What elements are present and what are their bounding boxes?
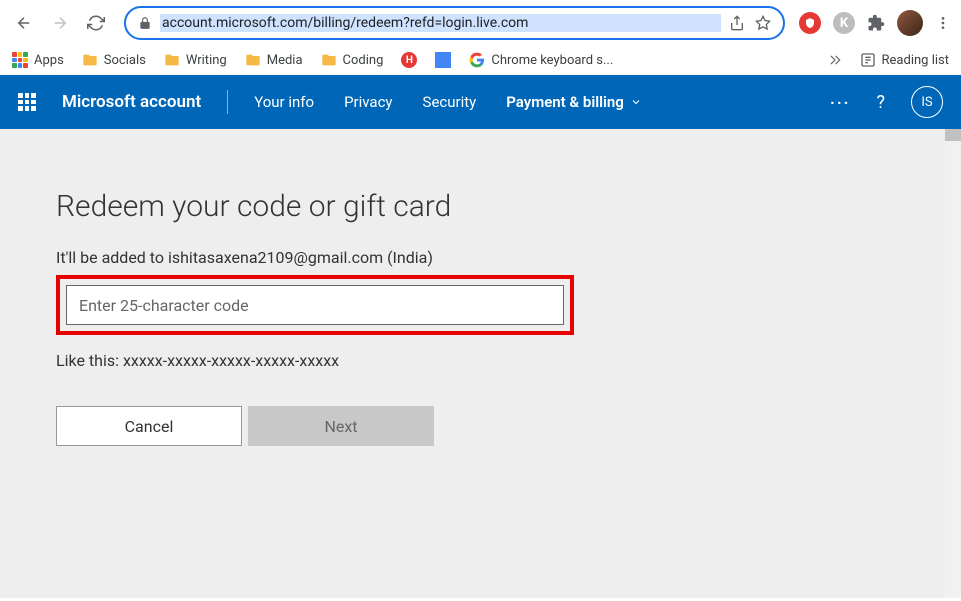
reading-list-label: Reading list [882,53,949,68]
chrome-keyboard-label: Chrome keyboard s... [491,53,613,68]
media-bookmark[interactable]: Media [245,52,303,68]
cancel-button[interactable]: Cancel [56,406,242,446]
bookmarks-bar: Apps Socials Writing Media Coding H Chro… [0,46,961,75]
page-heading: Redeem your code or gift card [56,189,905,224]
header-divider [227,90,228,114]
code-format-hint: Like this: xxxxx-xxxxx-xxxxx-xxxxx-xxxxx [56,351,905,370]
vertical-scrollbar[interactable] [945,129,961,598]
scrollbar-thumb[interactable] [945,129,961,141]
forward-button[interactable] [46,9,74,37]
user-avatar[interactable]: IS [911,86,943,118]
button-row: Cancel Next [56,406,905,446]
reading-list-button[interactable]: Reading list [860,52,949,68]
writing-label: Writing [186,53,227,68]
share-icon[interactable] [729,15,745,31]
content-area: Redeem your code or gift card It'll be a… [0,129,961,598]
nav-your-info[interactable]: Your info [254,93,314,111]
bookmarks-overflow-icon[interactable] [828,53,842,67]
back-button[interactable] [10,9,38,37]
nav-payment-billing-label: Payment & billing [506,93,624,111]
extension-k-icon[interactable]: K [833,12,855,34]
header-more[interactable]: ··· [830,93,850,112]
h-bookmark[interactable]: H [401,52,417,68]
socials-label: Socials [104,53,146,68]
writing-bookmark[interactable]: Writing [164,52,227,68]
h-circle-icon: H [401,52,417,68]
reading-list-icon [860,52,876,68]
lock-icon [138,16,152,30]
header-nav: Your info Privacy Security Payment & bil… [254,93,642,111]
ublock-icon[interactable] [799,12,821,34]
address-bar[interactable]: account.microsoft.com/billing/redeem?ref… [124,6,785,40]
account-subtext: It'll be added to ishitasaxena2109@gmail… [56,248,905,267]
app-launcher-icon[interactable] [18,93,36,111]
reload-button[interactable] [82,9,110,37]
chevron-down-icon [630,96,642,108]
help-icon[interactable]: ? [876,92,885,113]
apps-label: Apps [34,53,64,68]
kebab-menu-icon[interactable] [935,15,951,31]
browser-toolbar: account.microsoft.com/billing/redeem?ref… [0,0,961,46]
site-title: Microsoft account [62,92,201,112]
apps-grid-icon [12,52,28,68]
blue-square-icon [435,52,451,68]
star-icon[interactable] [755,15,771,31]
apps-bookmark[interactable]: Apps [12,52,64,68]
blue-bookmark[interactable] [435,52,451,68]
nav-payment-billing[interactable]: Payment & billing [506,93,642,111]
url-text: account.microsoft.com/billing/redeem?ref… [160,14,721,32]
coding-label: Coding [343,53,384,68]
next-button[interactable]: Next [248,406,434,446]
folder-icon [82,52,98,68]
folder-icon [321,52,337,68]
folder-icon [245,52,261,68]
folder-icon [164,52,180,68]
chrome-keyboard-bookmark[interactable]: Chrome keyboard s... [469,52,613,68]
ms-header: Microsoft account Your info Privacy Secu… [0,75,961,129]
socials-bookmark[interactable]: Socials [82,52,146,68]
nav-security[interactable]: Security [423,93,477,111]
input-highlight-box [56,275,574,335]
google-icon [469,52,485,68]
extensions-icon[interactable] [867,14,885,32]
nav-privacy[interactable]: Privacy [344,93,392,111]
code-input[interactable] [66,285,564,325]
media-label: Media [267,53,303,68]
profile-avatar[interactable] [897,10,923,36]
coding-bookmark[interactable]: Coding [321,52,384,68]
